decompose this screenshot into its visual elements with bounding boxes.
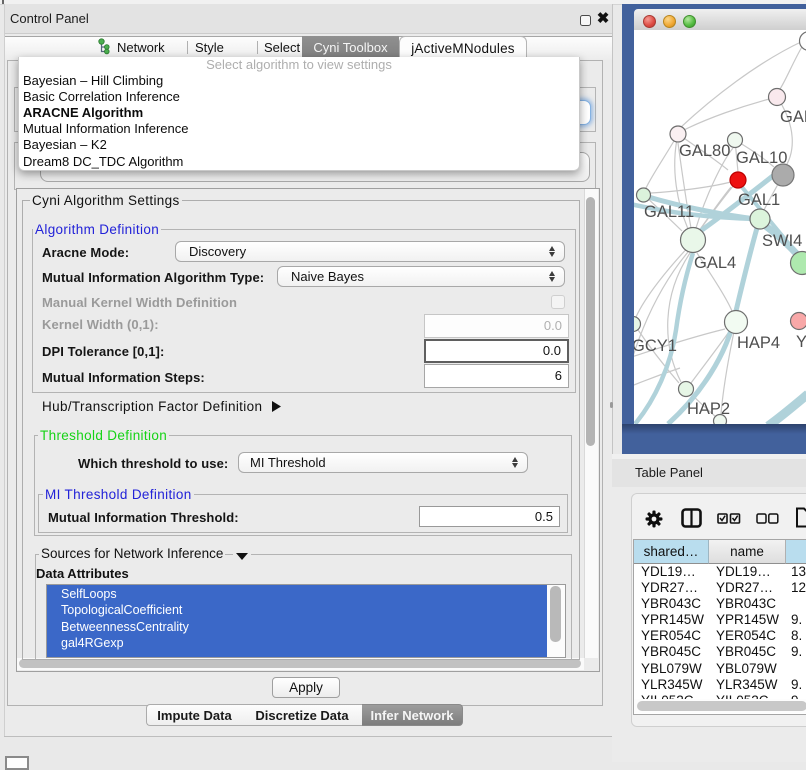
svg-text:GAL: GAL — [780, 108, 806, 126]
svg-text:GAL10: GAL10 — [736, 149, 787, 167]
svg-text:HAP4: HAP4 — [737, 334, 780, 352]
svg-text:HAP2: HAP2 — [687, 400, 730, 418]
svg-text:GAL11: GAL11 — [644, 203, 694, 221]
svg-text:GAL80: GAL80 — [679, 142, 730, 160]
svg-text:Y: Y — [796, 333, 806, 351]
svg-text:GAL1: GAL1 — [738, 191, 780, 209]
svg-text:SWI4: SWI4 — [762, 232, 802, 250]
svg-text:GCY1: GCY1 — [634, 337, 677, 355]
svg-text:GAL4: GAL4 — [694, 254, 736, 272]
